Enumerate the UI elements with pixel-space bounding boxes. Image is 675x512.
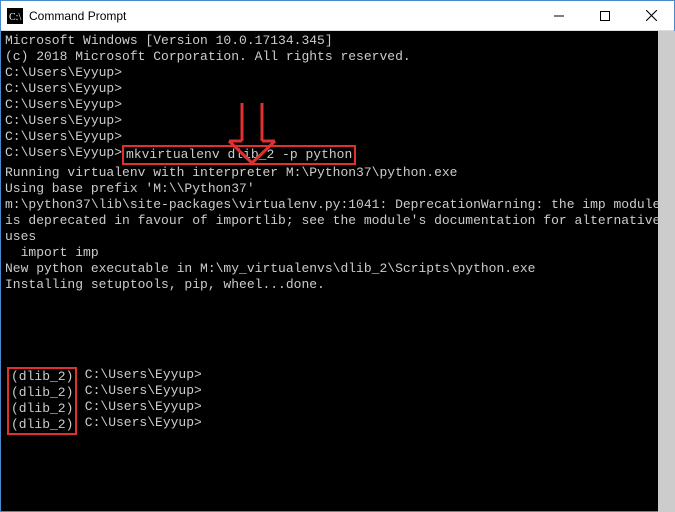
minimize-button[interactable] (536, 1, 582, 30)
maximize-button[interactable] (582, 1, 628, 30)
prompt-line: C:\Users\Eyyup> (5, 113, 670, 129)
prompt-line: C:\Users\Eyyup> (5, 97, 670, 113)
cmd-icon: C:\ (7, 8, 23, 24)
venv-label: (dlib_2) (11, 417, 73, 433)
prompt-line: C:\Users\Eyyup> (77, 383, 202, 399)
terminal-content: Microsoft Windows [Version 10.0.17134.34… (5, 33, 670, 509)
venv-prompts: C:\Users\Eyyup> C:\Users\Eyyup> C:\Users… (77, 367, 202, 431)
output-line: m:\python37\lib\site-packages\virtualenv… (5, 197, 670, 245)
venv-label: (dlib_2) (11, 401, 73, 417)
prompt-line: C:\Users\Eyyup> (5, 65, 670, 81)
command-highlight: mkvirtualenv dlib_2 -p python (122, 145, 356, 165)
prompt-line: C:\Users\Eyyup> (77, 415, 202, 431)
command-line: C:\Users\Eyyup>mkvirtualenv dlib_2 -p py… (5, 145, 670, 165)
prompt-prefix: C:\Users\Eyyup> (5, 145, 122, 161)
terminal-line: (c) 2018 Microsoft Corporation. All righ… (5, 49, 670, 65)
output-line: New python executable in M:\my_virtualen… (5, 261, 670, 277)
terminal-line: Microsoft Windows [Version 10.0.17134.34… (5, 33, 670, 49)
output-line: Installing setuptools, pip, wheel...done… (5, 277, 670, 293)
output-line: import imp (5, 245, 670, 261)
terminal-line (5, 293, 670, 309)
svg-text:C:\: C:\ (9, 12, 21, 23)
output-line: Running virtualenv with interpreter M:\P… (5, 165, 670, 181)
venv-highlight-box: (dlib_2) (dlib_2) (dlib_2) (dlib_2) (7, 367, 77, 435)
venv-label: (dlib_2) (11, 385, 73, 401)
prompt-line: C:\Users\Eyyup> (5, 129, 670, 145)
window-controls (536, 1, 674, 30)
terminal-area[interactable]: Microsoft Windows [Version 10.0.17134.34… (1, 31, 674, 511)
close-button[interactable] (628, 1, 674, 30)
window-title: Command Prompt (29, 9, 536, 23)
scrollbar-thumb[interactable] (658, 31, 675, 512)
vertical-scrollbar[interactable] (658, 31, 675, 512)
venv-label: (dlib_2) (11, 369, 73, 385)
prompt-line: C:\Users\Eyyup> (77, 367, 202, 383)
titlebar[interactable]: C:\ Command Prompt (1, 1, 674, 31)
output-line: Using base prefix 'M:\\Python37' (5, 181, 670, 197)
prompt-line: C:\Users\Eyyup> (5, 81, 670, 97)
window-frame: C:\ Command Prompt Microsoft Windows [Ve… (0, 0, 675, 512)
prompt-line: C:\Users\Eyyup> (77, 399, 202, 415)
